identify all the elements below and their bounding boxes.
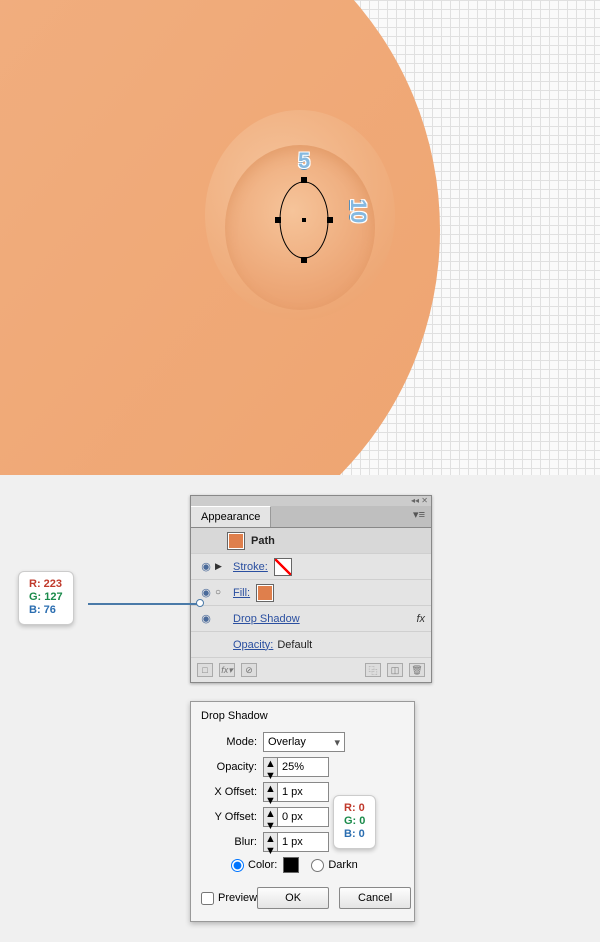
artboard-canvas[interactable]: 5 10 <box>0 0 600 475</box>
opacity-value: Default <box>277 639 312 651</box>
clear-icon[interactable]: ⊘ <box>241 663 257 677</box>
fx-indicator[interactable]: fx <box>416 613 425 625</box>
mode-select[interactable]: Overlay <box>263 732 345 752</box>
opacity-input[interactable]: ▲▼25% <box>263 757 329 777</box>
duplicate-icon[interactable]: ⿻ <box>365 663 381 677</box>
dialog-title: Drop Shadow <box>201 710 404 722</box>
opacity-label: Opacity: <box>201 761 257 773</box>
visibility-eye-icon[interactable]: ◉ <box>197 560 215 573</box>
anchor-left[interactable] <box>275 217 281 223</box>
preview-checkbox[interactable]: Preview <box>201 892 257 905</box>
yoffset-label: Y Offset: <box>201 811 257 823</box>
yoffset-input[interactable]: ▲▼0 px <box>263 807 329 827</box>
expand-icon[interactable]: ▶ <box>215 561 227 572</box>
blur-label: Blur: <box>201 836 257 848</box>
darkness-radio[interactable]: Darkn <box>311 859 357 872</box>
panel-titlebar[interactable]: ◂◂ ✕ <box>191 496 431 506</box>
dimension-width-label: 5 <box>298 148 310 174</box>
xoffset-label: X Offset: <box>201 786 257 798</box>
cancel-button[interactable]: Cancel <box>339 887 411 909</box>
anchor-center[interactable] <box>302 218 306 222</box>
blur-input[interactable]: ▲▼1 px <box>263 832 329 852</box>
opacity-row[interactable]: Opacity: Default <box>191 632 431 658</box>
selected-ellipse-path[interactable] <box>278 180 330 260</box>
fill-rgb-callout: R: 223 G: 127 B: 76 <box>18 571 74 625</box>
anchor-top[interactable] <box>301 177 307 183</box>
callout-leader-line <box>88 603 198 605</box>
visibility-eye-icon[interactable]: ◉ <box>197 612 215 625</box>
ok-button[interactable]: OK <box>257 887 329 909</box>
visibility-eye-icon[interactable]: ◉ <box>197 586 215 599</box>
shadow-rgb-callout: R: 0 G: 0 B: 0 <box>333 795 376 849</box>
new-icon[interactable]: ◫ <box>387 663 403 677</box>
drop-shadow-row[interactable]: ◉ Drop Shadow fx <box>191 606 431 632</box>
path-row[interactable]: Path <box>191 528 431 554</box>
path-label: Path <box>251 535 275 547</box>
shadow-color-swatch[interactable] <box>283 857 299 873</box>
anchor-right[interactable] <box>327 217 333 223</box>
fill-row[interactable]: ◉ ○ Fill: <box>191 580 431 606</box>
fx-menu-icon[interactable]: fx▾ <box>219 663 235 677</box>
new-art-icon[interactable]: □ <box>197 663 213 677</box>
panel-footer: □ fx▾ ⊘ ⿻ ◫ 🗑 <box>191 658 431 682</box>
path-swatch <box>227 532 245 550</box>
trash-icon[interactable]: 🗑 <box>409 663 425 677</box>
drop-shadow-label[interactable]: Drop Shadow <box>233 613 300 625</box>
color-radio[interactable]: Color: <box>231 859 277 872</box>
mode-label: Mode: <box>201 736 257 748</box>
appearance-tab[interactable]: Appearance <box>191 506 271 527</box>
target-icon[interactable]: ○ <box>215 587 227 598</box>
dimension-height-label: 10 <box>345 199 371 223</box>
fill-swatch[interactable] <box>256 584 274 602</box>
panel-menu-icon[interactable]: ▾≡ <box>407 506 431 527</box>
stroke-label[interactable]: Stroke: <box>233 561 268 573</box>
drop-shadow-dialog: Drop Shadow Mode: Overlay Opacity: ▲▼25%… <box>190 701 415 922</box>
callout-leader-dot <box>196 599 204 607</box>
stroke-swatch-none[interactable] <box>274 558 292 576</box>
appearance-panel: ◂◂ ✕ Appearance ▾≡ Path ◉ ▶ Stroke: ◉ ○ … <box>190 495 432 683</box>
xoffset-input[interactable]: ▲▼1 px <box>263 782 329 802</box>
opacity-label[interactable]: Opacity: <box>233 639 273 651</box>
anchor-bottom[interactable] <box>301 257 307 263</box>
fill-label[interactable]: Fill: <box>233 587 250 599</box>
stroke-row[interactable]: ◉ ▶ Stroke: <box>191 554 431 580</box>
